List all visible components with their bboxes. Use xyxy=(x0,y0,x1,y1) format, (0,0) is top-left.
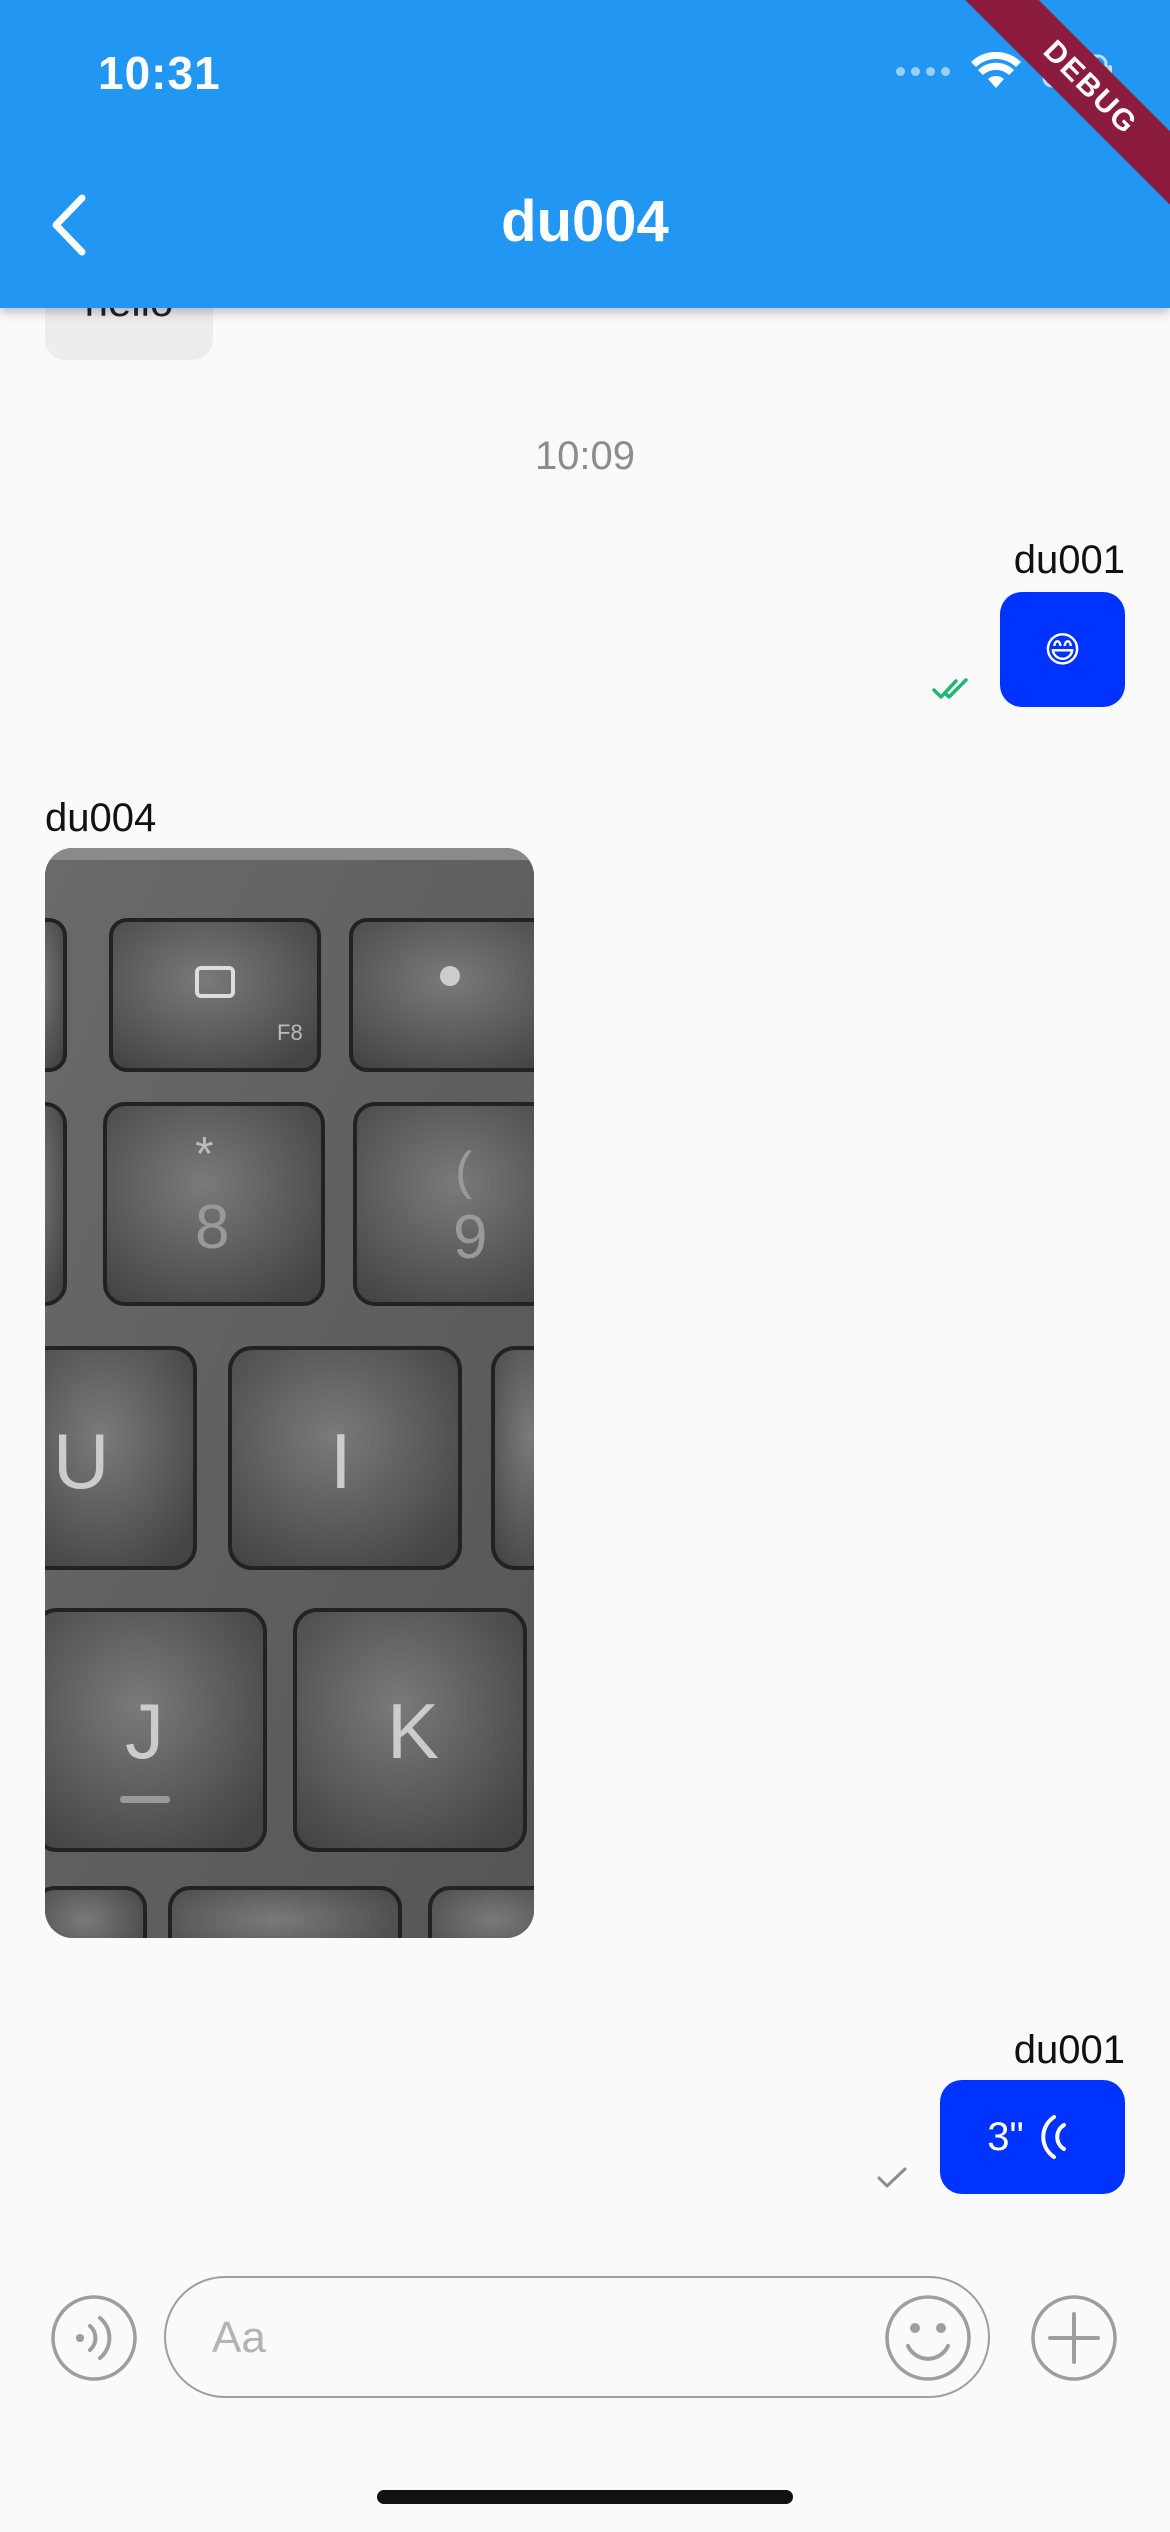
svg-text:9: 9 xyxy=(453,1203,487,1272)
app-bar: 10:31 du004 DEBUG xyxy=(0,0,1170,308)
svg-text:8: 8 xyxy=(195,1193,229,1262)
svg-text:*: * xyxy=(195,1128,214,1181)
svg-text:F8: F8 xyxy=(277,1020,303,1045)
svg-text:J: J xyxy=(125,1687,164,1775)
message-input-container xyxy=(164,2276,990,2398)
voice-duration: 3" xyxy=(987,2114,1024,2159)
message-input[interactable] xyxy=(212,2306,812,2370)
sender-name: du001 xyxy=(1013,538,1125,582)
svg-text:U: U xyxy=(53,1417,109,1505)
double-check-icon xyxy=(932,678,968,699)
plus-icon[interactable] xyxy=(1030,2294,1118,2382)
voice-wave-icon xyxy=(1040,2115,1066,2159)
status-bar-time: 10:31 xyxy=(98,47,221,99)
wifi-icon xyxy=(971,52,1021,88)
message-timestamp: 10:09 xyxy=(534,434,636,478)
image-message[interactable]: F8 * 8 ( 9 U I J K xyxy=(45,848,534,1938)
emoji-message-bubble[interactable]: 😄 xyxy=(1000,592,1125,707)
svg-text:I: I xyxy=(330,1417,352,1505)
svg-text:K: K xyxy=(387,1687,439,1775)
signal-icon xyxy=(896,66,950,76)
emoji-icon[interactable] xyxy=(884,2294,972,2382)
voice-input-icon[interactable] xyxy=(50,2294,138,2382)
voice-message-bubble[interactable]: 3" xyxy=(940,2080,1125,2194)
sender-name: du004 xyxy=(45,796,157,840)
check-icon xyxy=(877,2167,907,2188)
emoji-content: 😄 xyxy=(1043,628,1082,670)
keyboard-photo: F8 * 8 ( 9 U I J K xyxy=(45,848,534,1938)
svg-text:(: ( xyxy=(455,1142,473,1200)
home-indicator[interactable] xyxy=(377,2490,793,2504)
sender-name: du001 xyxy=(1013,2028,1125,2072)
chat-screen: hello 10:31 du004 DEBUG 10:09 d xyxy=(0,0,1170,2532)
page-title: du004 xyxy=(501,189,669,254)
